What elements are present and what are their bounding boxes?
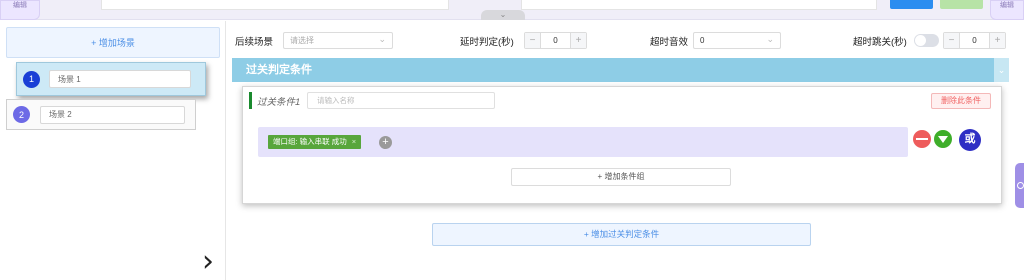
or-group-button[interactable]: 或 xyxy=(959,129,981,151)
top-toolbar: 编辑 ⌄ 编辑 xyxy=(0,0,1024,20)
arrow-down-icon[interactable] xyxy=(934,130,952,148)
chevron-down-icon[interactable]: ⌄ xyxy=(994,58,1009,82)
delay-stepper[interactable]: − 0 + xyxy=(524,32,587,49)
delay-value[interactable]: 0 xyxy=(541,33,570,48)
add-condition-group-button[interactable]: + 增加条件组 xyxy=(511,168,731,186)
scene-number-badge: 1 xyxy=(23,70,40,88)
next-scene-label: 后续场景 xyxy=(235,37,274,48)
scene-settings-row: 后续场景 请选择 ⌄ 延时判定(秒) − 0 + 超时音效 0 ⌄ 超时跳关(秒… xyxy=(227,21,1024,55)
pass-conditions-header: 过关判定条件 xyxy=(232,58,1008,82)
top-input-field-1[interactable] xyxy=(101,0,449,10)
condition-card: 过关条件1 请输入名称 删除此条件 端口组: 输入串联 成功 × + 或 + 增… xyxy=(242,86,1002,204)
scene-name-input[interactable]: 场景 1 xyxy=(49,70,191,88)
toggle-knob xyxy=(915,35,926,46)
add-tag-icon[interactable]: + xyxy=(379,136,392,149)
timeout-skip-stepper[interactable]: − 0 + xyxy=(943,32,1006,49)
next-scene-placeholder: 请选择 xyxy=(290,36,314,45)
side-drawer-tab[interactable] xyxy=(1015,163,1024,208)
chevron-down-icon: ⌄ xyxy=(378,34,386,44)
edit-button-right[interactable]: 编辑 xyxy=(990,0,1024,20)
close-icon[interactable]: × xyxy=(352,135,356,149)
plus-icon[interactable]: + xyxy=(989,33,1005,48)
scene-number-badge: 2 xyxy=(13,106,30,123)
condition-tag[interactable]: 端口组: 输入串联 成功 × xyxy=(268,135,362,149)
next-scene-select[interactable]: 请选择 ⌄ xyxy=(283,32,393,49)
timeout-sound-label: 超时音效 xyxy=(650,37,689,48)
scene-name-input[interactable]: 场景 2 xyxy=(40,105,185,124)
scene-item-1[interactable]: 1 场景 1 xyxy=(16,62,206,96)
condition-tag-label: 端口组: 输入串联 成功 xyxy=(273,137,347,146)
delay-label: 延时判定(秒) xyxy=(460,37,514,48)
timeout-sound-select[interactable]: 0 ⌄ xyxy=(693,32,781,49)
remove-group-icon[interactable] xyxy=(913,130,931,148)
timeout-sound-value: 0 xyxy=(700,36,705,45)
scene-item-2[interactable]: 2 场景 2 xyxy=(6,99,196,130)
primary-action-button[interactable] xyxy=(890,0,933,9)
condition-marker xyxy=(249,92,252,109)
chevron-down-icon: ⌄ xyxy=(766,34,774,44)
plus-icon[interactable]: + xyxy=(570,33,586,48)
secondary-action-button[interactable] xyxy=(940,0,983,9)
minus-icon[interactable]: − xyxy=(525,33,541,48)
chevron-down-icon[interactable]: ⌄ xyxy=(481,10,525,20)
edit-button-left[interactable]: 编辑 xyxy=(0,0,40,20)
add-scene-button[interactable]: + 增加场景 xyxy=(6,27,220,58)
timeout-skip-value[interactable]: 0 xyxy=(960,33,989,48)
chevron-right-icon[interactable]: › xyxy=(202,247,214,277)
condition-group: 端口组: 输入串联 成功 × + xyxy=(258,127,908,157)
timeout-skip-toggle[interactable] xyxy=(914,34,939,47)
scene-list-panel: + 增加场景 1 场景 1 2 场景 2 › xyxy=(0,21,226,280)
minus-icon[interactable]: − xyxy=(944,33,960,48)
condition-title: 过关条件1 xyxy=(257,97,301,108)
timeout-skip-label: 超时跳关(秒) xyxy=(853,37,907,48)
scene-editor-panel: 后续场景 请选择 ⌄ 延时判定(秒) − 0 + 超时音效 0 ⌄ 超时跳关(秒… xyxy=(227,21,1024,280)
delete-condition-button[interactable]: 删除此条件 xyxy=(931,93,991,109)
condition-name-input[interactable]: 请输入名称 xyxy=(307,92,495,109)
add-pass-condition-button[interactable]: + 增加过关判定条件 xyxy=(432,223,811,246)
top-input-field-2[interactable] xyxy=(521,0,877,10)
